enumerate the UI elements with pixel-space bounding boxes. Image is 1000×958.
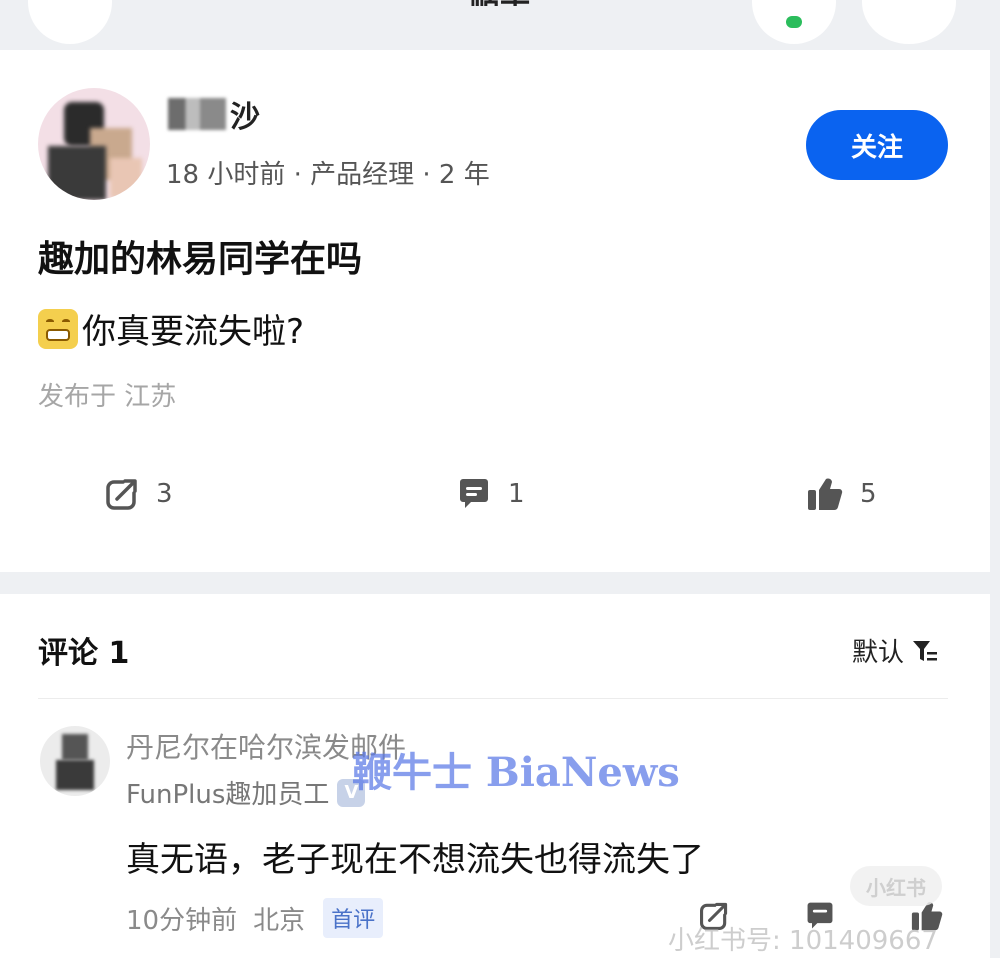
comment-section: 评论 1 默认 丹尼尔在哈尔滨发邮件 FunPlus趣加员工 V 真无语，老子现… xyxy=(0,594,990,958)
post-meta: 18 小时前 · 产品经理 · 2 年 xyxy=(166,160,490,190)
sort-label: 默认 xyxy=(852,638,905,668)
like-action[interactable]: 5 xyxy=(806,476,877,512)
bianews-watermark: 鞭牛士 BiaNews xyxy=(352,749,680,796)
top-nav-bar: 帖子 xyxy=(0,0,1000,48)
author-name[interactable]: 沙 xyxy=(168,94,260,135)
follow-button[interactable]: 关注 xyxy=(806,110,948,180)
back-button[interactable] xyxy=(28,0,112,44)
author-name-text: 沙 xyxy=(230,100,260,135)
wechat-share-button[interactable] xyxy=(752,0,836,44)
commenter-avatar[interactable] xyxy=(40,726,110,796)
more-button[interactable] xyxy=(862,0,956,44)
commenter-role-text: FunPlus趣加员工 xyxy=(126,780,330,810)
thumbs-up-icon xyxy=(808,478,843,511)
comment-location: 北京 xyxy=(253,905,306,936)
post-actions: 3 1 5 xyxy=(0,476,990,516)
post-location: 发布于 江苏 xyxy=(38,382,177,412)
divider xyxy=(38,698,948,699)
comment-footer: 10分钟前 北京 首评 xyxy=(126,898,384,938)
xiaohongshu-badge: 小红书 xyxy=(850,866,942,906)
comment-count: 1 xyxy=(508,479,525,509)
post-body: 你真要流失啦? xyxy=(38,304,304,353)
grin-emoji-icon xyxy=(38,308,78,349)
commenter-role: FunPlus趣加员工 V xyxy=(126,774,366,811)
first-comment-tag: 首评 xyxy=(323,898,384,938)
comment-time: 10分钟前 xyxy=(126,905,238,936)
comment-action[interactable]: 1 xyxy=(456,476,525,512)
like-count: 5 xyxy=(860,479,877,509)
share-action[interactable]: 3 xyxy=(104,476,173,512)
page-title: 帖子 xyxy=(440,0,560,6)
share-count: 3 xyxy=(156,479,173,509)
share-icon xyxy=(106,479,137,510)
wechat-icon xyxy=(786,16,802,28)
post-body-text: 你真要流失啦? xyxy=(82,312,305,352)
filter-icon xyxy=(913,640,938,661)
comments-header: 评论 1 xyxy=(38,636,130,671)
post-title: 趣加的林易同学在吗 xyxy=(38,239,363,280)
name-mosaic xyxy=(168,98,226,130)
post-card: 沙 18 小时前 · 产品经理 · 2 年 关注 趣加的林易同学在吗 你真要流失… xyxy=(0,50,990,572)
sort-dropdown[interactable]: 默认 xyxy=(852,632,938,669)
comment-text: 真无语，老子现在不想流失也得流失了 xyxy=(126,840,704,880)
author-avatar[interactable] xyxy=(38,88,150,200)
comment-icon xyxy=(460,479,488,508)
xiaohongshu-id: 小红书号: 101409667 xyxy=(668,926,938,956)
